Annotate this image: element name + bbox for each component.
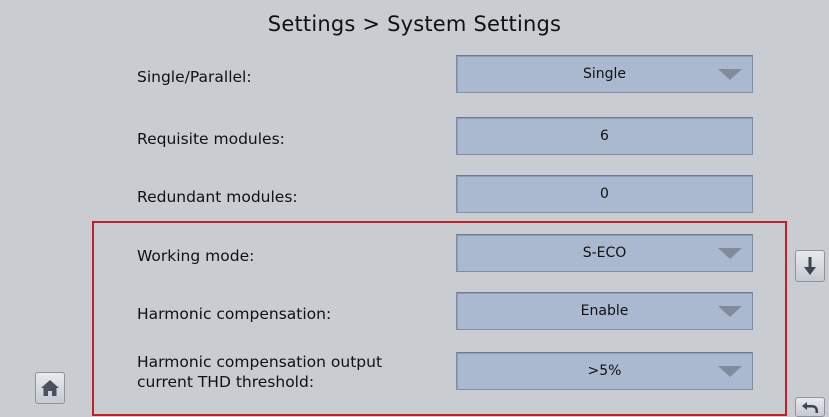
working-mode-dropdown[interactable]: S-ECO — [456, 234, 753, 272]
home-icon — [41, 380, 59, 396]
thd-threshold-label-line1: Harmonic compensation output — [137, 353, 383, 371]
back-button[interactable] — [795, 397, 825, 417]
redundant-modules-value: 0 — [600, 186, 609, 202]
working-mode-value: S-ECO — [582, 245, 627, 261]
working-mode-label: Working mode: — [137, 247, 255, 265]
back-arrow-icon — [802, 402, 818, 413]
requisite-modules-value: 6 — [600, 128, 609, 144]
harmonic-compensation-value: Enable — [580, 303, 629, 319]
redundant-modules-label: Redundant modules: — [137, 188, 298, 206]
single-parallel-label: Single/Parallel: — [137, 68, 252, 86]
thd-threshold-dropdown[interactable]: >5% — [456, 352, 753, 390]
single-parallel-dropdown[interactable]: Single — [456, 55, 753, 93]
harmonic-compensation-label: Harmonic compensation: — [137, 305, 332, 323]
chevron-down-icon — [718, 366, 742, 377]
page-title: Settings > System Settings — [267, 12, 562, 36]
single-parallel-value: Single — [582, 66, 627, 82]
home-button[interactable] — [35, 372, 65, 404]
chevron-down-icon — [718, 306, 742, 317]
harmonic-compensation-dropdown[interactable]: Enable — [456, 292, 753, 330]
thd-threshold-label-line2: current THD threshold: — [137, 373, 315, 391]
requisite-modules-field[interactable]: 6 — [456, 117, 753, 155]
scroll-down-button[interactable] — [795, 250, 825, 282]
redundant-modules-field[interactable]: 0 — [456, 175, 753, 213]
requisite-modules-label: Requisite modules: — [137, 130, 285, 148]
chevron-down-icon — [718, 248, 742, 259]
thd-threshold-label: Harmonic compensation output current THD… — [137, 352, 382, 392]
arrow-down-icon — [804, 257, 816, 275]
thd-threshold-value: >5% — [587, 363, 622, 379]
chevron-down-icon — [718, 69, 742, 80]
